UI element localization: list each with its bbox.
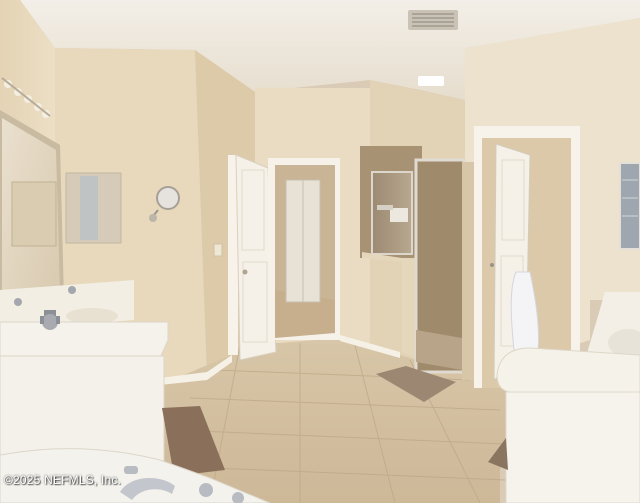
photo-canvas <box>0 0 640 503</box>
right-vanity-cabinet <box>505 391 640 503</box>
photo-watermark: ©2025 NEFMLS, Inc. <box>4 473 122 487</box>
window <box>619 162 640 250</box>
door-knob[interactable] <box>242 269 248 275</box>
bathroom-photo: ©2025 NEFMLS, Inc. <box>0 0 640 503</box>
air-vent <box>408 10 458 30</box>
light-switch[interactable] <box>213 243 223 257</box>
magnifying-mirror <box>156 186 180 210</box>
left-vanity-top <box>0 321 169 359</box>
ceiling-light <box>418 76 444 86</box>
left-vanity-cabinet <box>0 355 165 465</box>
